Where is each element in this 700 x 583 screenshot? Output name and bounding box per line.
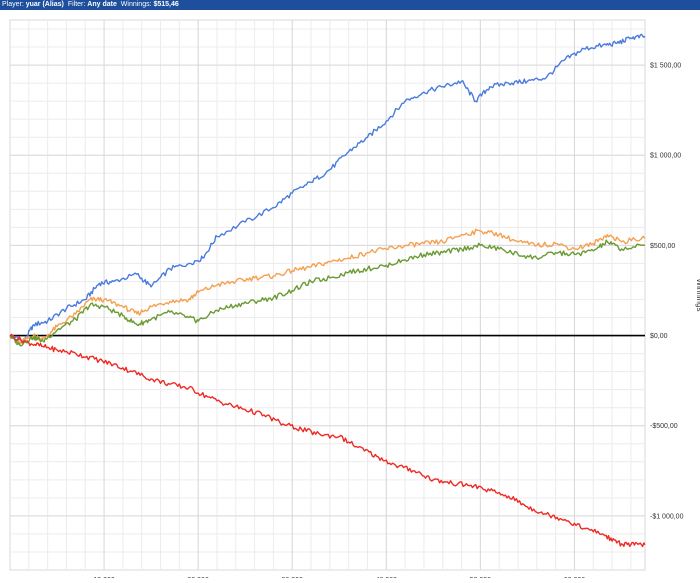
grid	[9, 19, 646, 571]
winnings-value: $515,46	[153, 1, 179, 8]
y-tick-label: $1 500,00	[650, 63, 681, 70]
y-tick-label: $1 000,00	[650, 153, 681, 160]
filter-value: Any date	[87, 1, 117, 8]
filter-label: Filter:	[67, 1, 86, 8]
chart-panel: 10 00020 00030 00040 00050 00060 000-$1 …	[0, 10, 700, 583]
player-label: Player:	[2, 1, 24, 8]
title-bar: Player: yuar (Alias) Filter: Any date Wi…	[0, 0, 700, 10]
winnings-label: Winnings:	[120, 1, 152, 8]
y-tick-label: -$500,00	[650, 423, 678, 430]
y-axis-label: Winnings	[695, 279, 700, 312]
y-tick-label: -$1 000,00	[650, 513, 684, 520]
winnings-chart: 10 00020 00030 00040 00050 00060 000-$1 …	[9, 19, 700, 583]
y-tick-label: $0,00	[650, 333, 668, 340]
player-value: yuar (Alias)	[25, 1, 64, 8]
y-tick-label: $500,00	[650, 243, 675, 250]
plot-area	[9, 19, 646, 571]
